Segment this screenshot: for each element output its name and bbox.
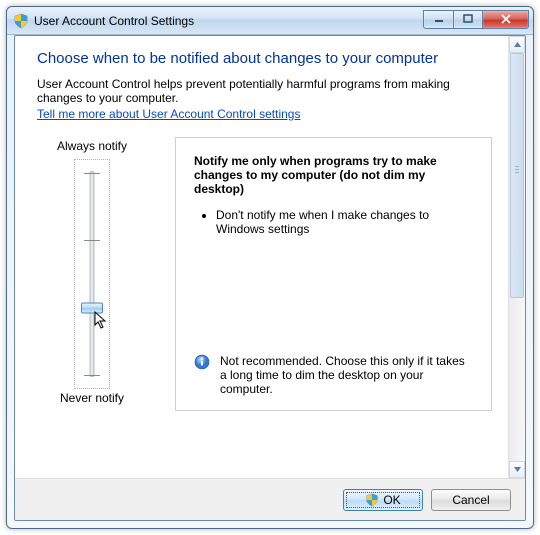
level-description-title: Notify me only when programs try to make… [194,154,473,196]
notification-level-slider[interactable] [74,159,110,389]
minimize-icon [434,14,444,24]
scroll-up-icon [513,40,522,49]
info-icon [194,354,210,370]
scroll-down-button[interactable] [509,461,525,478]
scroll-up-button[interactable] [509,36,525,53]
slider-tick [84,173,100,174]
level-description-list: Don't notify me when I make changes to W… [200,208,473,244]
uac-shield-icon [13,13,29,29]
window-controls [423,10,529,29]
level-recommendation: Not recommended. Choose this only if it … [194,354,473,396]
level-description-item: Don't notify me when I make changes to W… [216,208,473,236]
close-icon [500,14,512,24]
intro-text: User Account Control helps prevent poten… [37,77,492,105]
slider-thumb[interactable] [81,303,103,314]
scroll-down-icon [513,465,522,474]
ok-button[interactable]: OK [343,489,423,511]
notification-slider-column: Always notify Never notif [37,137,147,411]
slider-tick [84,240,100,241]
cancel-button-label: Cancel [452,493,489,507]
slider-label-top: Always notify [37,139,147,153]
maximize-icon [463,14,473,24]
cancel-button[interactable]: Cancel [431,489,511,511]
slider-track [90,171,95,377]
vertical-scrollbar[interactable] [508,36,525,478]
page-heading: Choose when to be notified about changes… [37,50,492,67]
scrollbar-thumb[interactable] [510,53,524,298]
scrollbar-track[interactable] [509,53,525,461]
help-link[interactable]: Tell me more about User Account Control … [37,107,300,121]
ok-button-label: OK [383,493,400,507]
maximize-button[interactable] [453,10,483,29]
slider-tick [84,375,100,376]
uac-shield-icon [365,493,379,507]
titlebar[interactable]: User Account Control Settings [7,7,533,35]
level-description-panel: Notify me only when programs try to make… [175,137,492,411]
slider-label-bottom: Never notify [37,391,147,405]
level-recommendation-text: Not recommended. Choose this only if it … [220,354,473,396]
minimize-button[interactable] [423,10,453,29]
dialog-button-bar: OK Cancel [15,478,525,520]
cursor-arrow-icon [94,311,110,331]
client-area: Choose when to be notified about changes… [14,35,526,521]
uac-settings-window: User Account Control Settings Choose whe… [6,6,534,529]
window-title: User Account Control Settings [34,14,194,28]
content-pane: Choose when to be notified about changes… [15,36,508,478]
close-button[interactable] [483,10,529,29]
